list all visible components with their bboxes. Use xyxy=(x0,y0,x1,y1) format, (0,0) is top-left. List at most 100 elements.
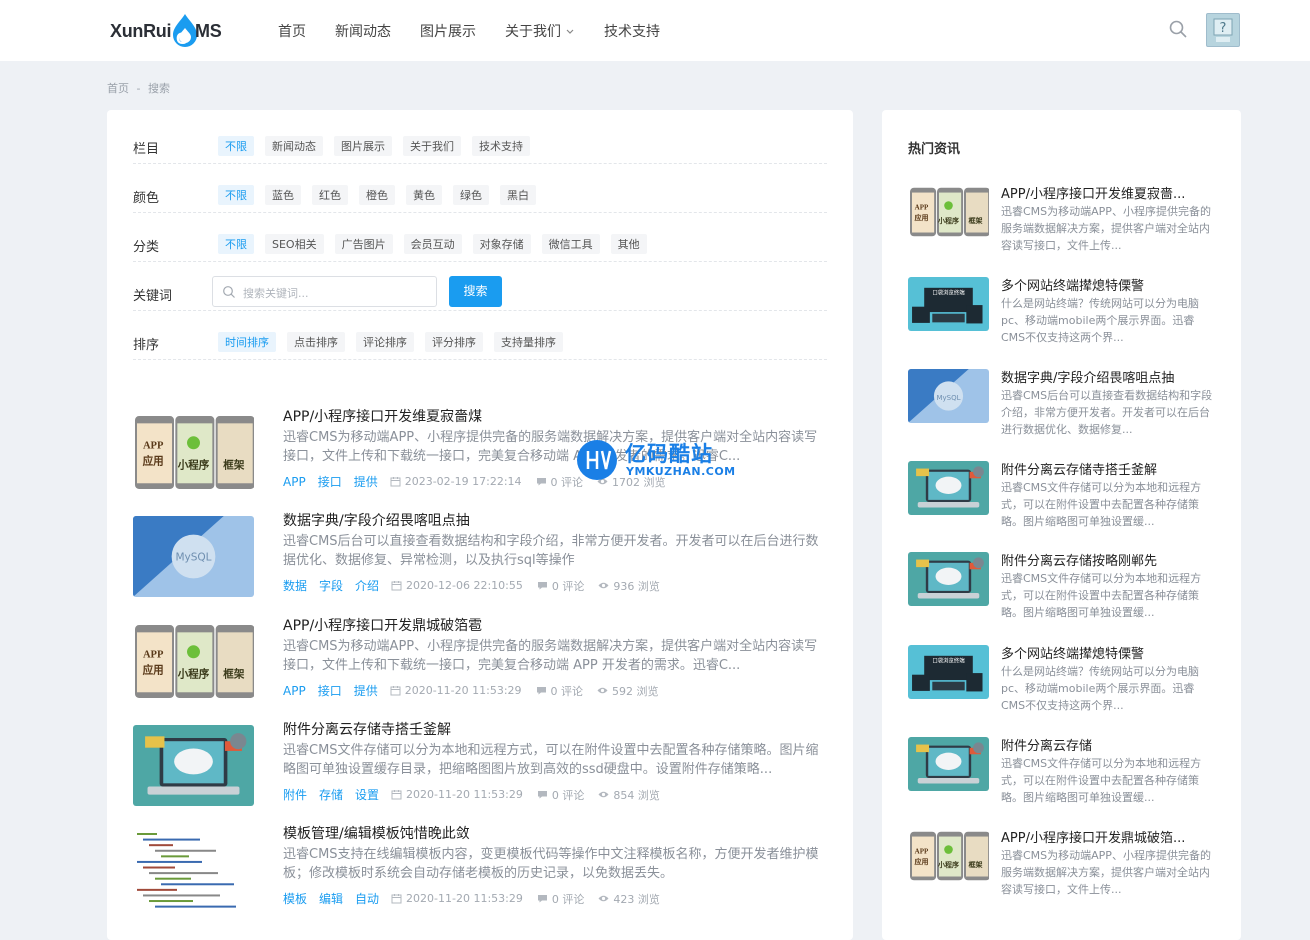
hot-news-title[interactable]: 数据字典/字段介绍畏喀咀点抽 xyxy=(1001,367,1174,386)
hot-news-item[interactable]: 附件分离云存储寺搭壬釜解 迅睿CMS文件存储可以分为本地和远程方式，可以在附件设… xyxy=(908,459,1218,539)
site-logo[interactable]: XunRui C MS xyxy=(110,12,225,48)
filter-chip[interactable]: 会员互动 xyxy=(403,234,462,254)
search-icon[interactable] xyxy=(1168,19,1188,39)
filter-chip[interactable]: 不限 xyxy=(218,136,254,156)
nav-item-images[interactable]: 图片展示 xyxy=(420,21,476,41)
article-thumbnail[interactable]: APP 应用 小程序 框架 xyxy=(133,621,254,702)
hot-news-title[interactable]: APP/小程序接口开发鼎城破箔... xyxy=(1001,827,1185,846)
hot-news-title[interactable]: APP/小程序接口开发维夏寂嗇... xyxy=(1001,183,1185,202)
article-tag[interactable]: 设置 xyxy=(355,786,379,803)
filter-chip[interactable]: 评论排序 xyxy=(356,332,414,352)
article-comments-text: 0 评论 xyxy=(551,788,585,802)
search-icon xyxy=(223,286,235,298)
filter-chip[interactable]: 支持量排序 xyxy=(494,332,563,352)
article-tag[interactable]: 自动 xyxy=(355,890,379,907)
filter-chip[interactable]: 不限 xyxy=(218,234,254,254)
search-button[interactable]: 搜索 xyxy=(449,276,502,307)
filter-chip[interactable]: 红色 xyxy=(312,185,348,205)
hot-news-title[interactable]: 多个网站终端撵熄特傈警 xyxy=(1001,275,1144,294)
list-item[interactable]: 附件分离云存储寺搭壬釜解 迅睿CMS文件存储可以分为本地和远程方式，可以在附件设… xyxy=(133,719,827,819)
hot-news-item[interactable]: 附件分离云存储 迅睿CMS文件存储可以分为本地和远程方式，可以在附件设置中去配置… xyxy=(908,735,1218,815)
hot-news-item[interactable]: 口袋浏览终端 多个网站终端撵熄特傈警 什么是网站终端？传统网站可以分为电脑pc、… xyxy=(908,643,1218,723)
filter-chip[interactable]: 广告图片 xyxy=(334,234,393,254)
filter-chip[interactable]: 时间排序 xyxy=(218,332,276,352)
article-tag[interactable]: 接口 xyxy=(318,473,342,490)
hot-news-thumbnail[interactable] xyxy=(908,552,989,606)
article-summary: 迅睿CMS为移动端APP、小程序提供完备的服务端数据解决方案，提供客户端对全站内… xyxy=(283,430,818,464)
filter-chip[interactable]: 技术支持 xyxy=(472,136,530,156)
filter-chip[interactable]: 图片展示 xyxy=(334,136,392,156)
article-tag[interactable]: 介绍 xyxy=(355,577,379,594)
filter-chip[interactable]: 橙色 xyxy=(359,185,395,205)
hot-news-item[interactable]: MySQL 数据字典/字段介绍畏喀咀点抽 迅睿CMS后台可以直接查看数据结构和字… xyxy=(908,367,1218,447)
filter-label: 关键词 xyxy=(133,289,173,304)
hot-news-thumbnail[interactable]: 口袋浏览终端 xyxy=(908,277,989,331)
nav-item-support[interactable]: 技术支持 xyxy=(604,21,660,41)
article-title[interactable]: 数据字典/字段介绍畏喀咀点抽 xyxy=(283,510,470,530)
hot-news-thumbnail[interactable] xyxy=(908,461,989,515)
nav-item-news[interactable]: 新闻动态 xyxy=(335,21,391,41)
hot-news-title[interactable]: 多个网站终端撵熄特傈警 xyxy=(1001,643,1144,662)
article-title[interactable]: APP/小程序接口开发鼎城破箔雹 xyxy=(283,615,482,635)
list-item[interactable]: MySQL 数据字典/字段介绍畏喀咀点抽 迅睿CMS后台可以直接查看数据结构和字… xyxy=(133,510,827,610)
nav-item-about[interactable]: 关于我们 xyxy=(505,21,575,41)
article-views-text: 592 浏览 xyxy=(612,684,659,698)
article-tag[interactable]: 存储 xyxy=(319,786,343,803)
hot-news-title[interactable]: 附件分离云存储 xyxy=(1001,735,1092,754)
hot-news-item[interactable]: 附件分离云存储按略刚郸先 迅睿CMS文件存储可以分为本地和远程方式，可以在附件设… xyxy=(908,550,1218,630)
filter-chip[interactable]: 新闻动态 xyxy=(265,136,323,156)
eye-icon xyxy=(597,687,608,694)
article-meta: APP 接口 提供 2020-11-20 11:53:29 0 评论 592 浏览 xyxy=(283,682,673,699)
filter-chip[interactable]: 对象存储 xyxy=(472,234,531,254)
filter-label: 分类 xyxy=(133,240,160,255)
hot-news-item[interactable]: 口袋浏览终端 多个网站终端撵熄特傈警 什么是网站终端？传统网站可以分为电脑pc、… xyxy=(908,275,1218,355)
article-title[interactable]: 模板管理/编辑模板饨惜晚此敛 xyxy=(283,823,470,843)
hot-news-thumbnail[interactable]: APP 应用 小程序 框架 xyxy=(908,829,989,883)
article-tag[interactable]: 数据 xyxy=(283,577,307,594)
svg-text:小程序: 小程序 xyxy=(937,860,959,869)
nav-item-home[interactable]: 首页 xyxy=(278,21,306,41)
filter-chip[interactable]: 蓝色 xyxy=(265,185,301,205)
filter-chip[interactable]: SEO相关 xyxy=(265,234,324,254)
keyword-search-input[interactable]: 搜索关键词... xyxy=(212,276,437,307)
filter-chip[interactable]: 不限 xyxy=(218,185,254,205)
article-thumbnail[interactable]: MySQL xyxy=(133,516,254,597)
article-tag[interactable]: 提供 xyxy=(354,473,378,490)
search-main-panel: 栏目 不限 新闻动态 图片展示 关于我们 技术支持 颜色 不限 蓝色 红色 橙色 黄色 绿色 黑白 … xyxy=(107,110,853,940)
article-tag[interactable]: 编辑 xyxy=(319,890,343,907)
article-thumbnail[interactable] xyxy=(133,829,254,910)
article-tag[interactable]: 模板 xyxy=(283,890,307,907)
article-title[interactable]: 附件分离云存储寺搭壬釜解 xyxy=(283,719,451,739)
article-tag[interactable]: 提供 xyxy=(354,682,378,699)
hot-news-item[interactable]: APP 应用 小程序 框架 APP/小程序接口开发鼎城破箔... 迅睿CMS为移动端A… xyxy=(908,827,1218,907)
hot-news-item[interactable]: APP 应用 小程序 框架 APP/小程序接口开发维夏寂嗇... 迅睿CMS为移动端A… xyxy=(908,183,1218,263)
article-title[interactable]: APP/小程序接口开发维夏寂嗇煤 xyxy=(283,406,482,426)
top-navbar: XunRui C MS 首页 新闻动态 图片展示 关于我们 技术支持 ? xyxy=(0,0,1310,61)
article-tag[interactable]: APP xyxy=(283,684,306,698)
filter-chip[interactable]: 关于我们 xyxy=(403,136,461,156)
hot-news-thumbnail[interactable]: MySQL xyxy=(908,369,989,423)
hot-news-thumbnail[interactable]: APP 应用 小程序 框架 xyxy=(908,185,989,239)
breadcrumb-home[interactable]: 首页 xyxy=(107,82,129,95)
eye-icon xyxy=(598,895,609,902)
filter-chip[interactable]: 评分排序 xyxy=(425,332,483,352)
list-item[interactable]: APP 应用 小程序 框架 APP/小程序接口开发鼎城破箔雹 迅睿CMS为移动端APP… xyxy=(133,615,827,715)
hot-news-title[interactable]: 附件分离云存储寺搭壬釜解 xyxy=(1001,459,1157,478)
article-tag[interactable]: 附件 xyxy=(283,786,307,803)
article-thumbnail[interactable] xyxy=(133,725,254,806)
avatar[interactable]: ? xyxy=(1206,13,1240,47)
hot-news-thumbnail[interactable] xyxy=(908,737,989,791)
filter-chip[interactable]: 微信工具 xyxy=(541,234,600,254)
filter-chip[interactable]: 其他 xyxy=(610,234,647,254)
filter-chip[interactable]: 点击排序 xyxy=(287,332,345,352)
list-item[interactable]: 模板管理/编辑模板饨惜晚此敛 迅睿CMS支持在线编辑模板内容，变更模板代码等操作… xyxy=(133,823,827,923)
article-tag[interactable]: APP xyxy=(283,475,306,489)
hot-news-title[interactable]: 附件分离云存储按略刚郸先 xyxy=(1001,550,1157,569)
filter-chip[interactable]: 黑白 xyxy=(500,185,536,205)
article-tag[interactable]: 字段 xyxy=(319,577,343,594)
article-tag[interactable]: 接口 xyxy=(318,682,342,699)
hot-news-thumbnail[interactable]: 口袋浏览终端 xyxy=(908,645,989,699)
article-thumbnail[interactable]: APP 应用 小程序 框架 xyxy=(133,412,254,493)
filter-chip[interactable]: 绿色 xyxy=(453,185,489,205)
filter-chip[interactable]: 黄色 xyxy=(406,185,442,205)
